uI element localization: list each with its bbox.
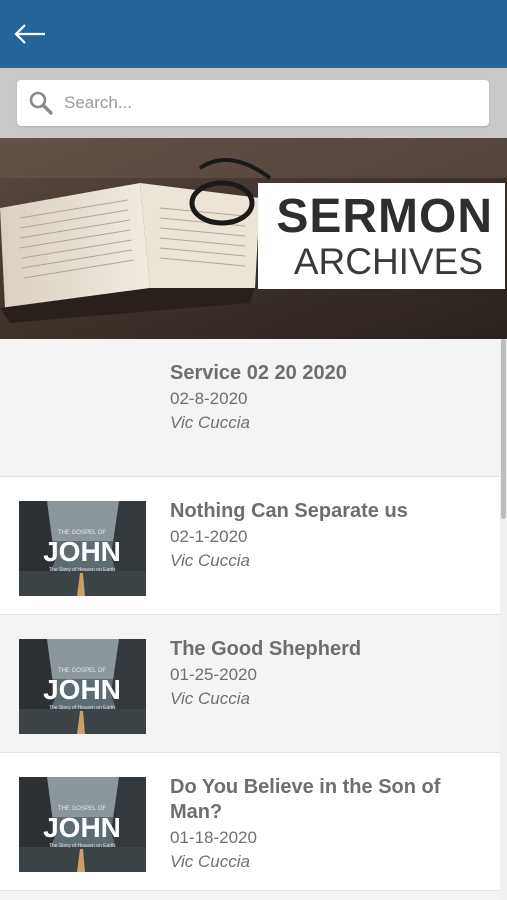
search-input[interactable] (64, 93, 464, 113)
sermon-list: Service 02 20 2020 02-8-2020 Vic Cuccia … (0, 339, 500, 891)
sermon-date: 02-1-2020 (170, 527, 248, 546)
app-bar (0, 0, 507, 68)
banner-subtitle: ARCHIVES (293, 241, 483, 282)
sermon-thumbnail: THE GOSPEL OF JOHN The Story of Heaven o… (19, 639, 146, 734)
sermon-date: 01-18-2020 (170, 828, 257, 847)
svg-text:JOHN: JOHN (43, 536, 121, 567)
sermon-title: The Good Shepherd (170, 638, 362, 660)
sermon-title: Service 02 20 2020 (170, 362, 347, 384)
sermon-title: Do You Believe in the Son of Man? (170, 776, 441, 823)
sermon-list-item[interactable]: THE GOSPEL OF JOHN The Story of Heaven o… (0, 615, 500, 753)
scrollbar-thumb[interactable] (501, 339, 506, 519)
sermon-thumbnail: THE GOSPEL OF JOHN The Story of Heaven o… (19, 501, 146, 596)
sermon-speaker: Vic Cuccia (170, 689, 250, 708)
svg-text:JOHN: JOHN (43, 812, 121, 843)
sermon-list-item[interactable]: THE GOSPEL OF JOHN The Story of Heaven o… (0, 753, 500, 891)
sermon-speaker: Vic Cuccia (170, 852, 250, 871)
search-icon (29, 91, 53, 115)
sermon-speaker: Vic Cuccia (170, 551, 250, 570)
search-bar-container (0, 68, 507, 138)
back-button[interactable] (10, 16, 50, 52)
sermon-speaker: Vic Cuccia (170, 413, 250, 432)
svg-text:JOHN: JOHN (43, 674, 121, 705)
sermon-archives-banner: SERMON ARCHIVES (0, 138, 507, 339)
arrow-left-icon (14, 24, 45, 44)
sermon-date: 02-8-2020 (170, 389, 248, 408)
list-scrollbar[interactable] (500, 339, 507, 900)
search-box[interactable] (17, 80, 489, 126)
sermon-list-item[interactable]: Service 02 20 2020 02-8-2020 Vic Cuccia (0, 339, 500, 477)
sermon-title: Nothing Can Separate us (170, 500, 408, 522)
sermon-list-item[interactable]: THE GOSPEL OF JOHN The Story of Heaven o… (0, 477, 500, 615)
banner-title: SERMON (276, 190, 493, 243)
banner-title-card: SERMON ARCHIVES (258, 183, 505, 289)
svg-text:The Story of Heaven on Earth: The Story of Heaven on Earth (49, 843, 115, 849)
sermon-date: 01-25-2020 (170, 665, 257, 684)
svg-text:The Story of Heaven on Earth: The Story of Heaven on Earth (49, 705, 115, 711)
svg-text:The Story of Heaven on Earth: The Story of Heaven on Earth (49, 567, 115, 573)
sermon-thumbnail: THE GOSPEL OF JOHN The Story of Heaven o… (19, 777, 146, 872)
